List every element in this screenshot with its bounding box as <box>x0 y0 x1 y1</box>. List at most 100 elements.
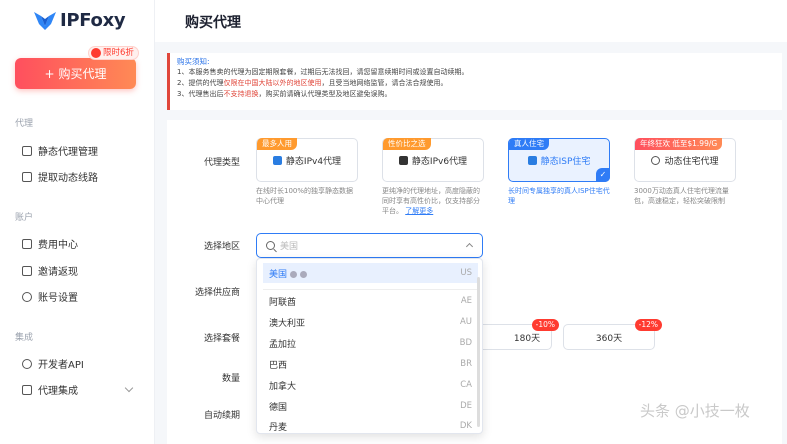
checkmark-icon: ✓ <box>596 168 610 182</box>
package-label: 180天 <box>513 333 541 344</box>
option-name: 阿联酋 <box>269 297 297 308</box>
sidebar-item-referral[interactable]: 邀请返现 <box>22 263 78 278</box>
gear-icon <box>22 291 32 302</box>
notice-text: 1、本服务售卖的代理为固定期限套餐，过期后无法找回，请您留意续期时间或设置自动续… <box>177 68 469 76</box>
region-option-de[interactable]: 德国 DE <box>263 396 478 416</box>
list-icon <box>22 171 32 182</box>
option-name: 丹麦 <box>269 422 288 433</box>
option-name: 澳大利亚 <box>269 318 306 329</box>
plugin-icon <box>22 384 32 395</box>
sidebar-item-billing[interactable]: 费用中心 <box>22 236 78 251</box>
proxy-type-label: 代理类型 <box>203 158 240 168</box>
card-desc-dynamic: 3000万动态真人住宅代理流量包，高速稳定，轻松突破限制 <box>634 187 729 205</box>
buy-proxy-button[interactable]: + 购买代理 <box>15 58 136 89</box>
region-placeholder: 美国 <box>280 242 299 252</box>
search-icon <box>266 241 275 250</box>
notice-line-2: 2、提供的代理仅限在中国大陆以外的地区使用，且受当地网络监管，请合法合规使用。 <box>177 78 782 89</box>
logo-text: IPFoxy <box>60 10 126 31</box>
chevron-up-icon <box>465 242 474 251</box>
region-option-bd[interactable]: 孟加拉 BD <box>263 333 478 353</box>
sidebar-item-label: 静态代理管理 <box>38 147 98 158</box>
region-dropdown: 美国 US 阿联酋 AE 澳大利亚 AU 孟加拉 BD 巴西 BR 加拿大 CA 德国 DE… <box>256 258 483 434</box>
wallet-icon <box>22 238 32 249</box>
sidebar-item-label: 开发者API <box>38 360 84 371</box>
region-option-us[interactable]: 美国 US <box>263 263 478 283</box>
provider-label: 选择供应商 <box>194 288 240 298</box>
card-badge: 真人住宅 <box>509 138 549 150</box>
region-option-ae[interactable]: 阿联酋 AE <box>263 291 478 311</box>
card-badge: 性价比之选 <box>383 138 431 150</box>
card-badge: 年终狂欢 低至$1.99/G <box>635 138 723 150</box>
notice-line-1: 1、本服务售卖的代理为固定期限套餐，过期后无法找回，请您留意续期时间或设置自动续… <box>177 67 782 78</box>
option-name: 巴西 <box>269 360 288 371</box>
region-option-dk[interactable]: 丹麦 DK <box>263 416 478 433</box>
proxy-type-card-isp[interactable]: 真人住宅 静态ISP住宅 ✓ <box>508 138 610 182</box>
card-desc-isp: 长时间专属独享的真人ISP住宅代理 <box>508 187 610 205</box>
logo[interactable]: IPFoxy <box>34 10 126 31</box>
option-code: AU <box>459 317 472 327</box>
sidebar-item-proxy-integration[interactable]: 代理集成 <box>22 382 78 397</box>
sidebar-item-dynamic-lines[interactable]: 提取动态线路 <box>22 169 98 184</box>
discount-badge: -12% <box>634 319 662 331</box>
package-label: 选择套餐 <box>203 334 240 344</box>
proxy-type-card-ipv6[interactable]: 性价比之选 静态IPv6代理 <box>382 138 484 182</box>
card-desc-ipv6: 更纯净的代理地址，高度隐蔽的同时享有高性价比，仅支持部分平台。 了解更多 <box>382 186 484 216</box>
region-label: 选择地区 <box>203 242 240 252</box>
card-desc-ipv4: 在线时长100%的独享静态数据中心代理 <box>256 187 354 205</box>
auto-renew-label: 自动续期 <box>203 411 240 421</box>
option-code: DE <box>460 401 472 411</box>
sidebar-item-label: 账号设置 <box>38 293 78 304</box>
monitor-icon <box>22 145 32 156</box>
plus-icon: + <box>44 66 55 81</box>
buy-proxy-label: 购买代理 <box>58 67 107 81</box>
option-code: DK <box>459 421 472 431</box>
option-name: 孟加拉 <box>269 339 297 350</box>
watermark-text: 头条 @小技一枚 <box>640 402 750 420</box>
discount-badge: 限时6折 <box>88 46 139 60</box>
package-option-360[interactable]: -12% 360天 <box>563 319 662 350</box>
option-name: 德国 <box>269 402 288 413</box>
notice-highlight: 仅限在中国大陆以外的地区使用 <box>223 79 322 87</box>
option-name: 加拿大 <box>269 381 297 392</box>
sidebar-item-account-settings[interactable]: 账号设置 <box>22 289 78 304</box>
notice-title: 购买须知: <box>177 57 210 66</box>
dollar-icon <box>22 265 32 276</box>
notice-text: ，且受当地网络监管，请合法合规使用。 <box>321 79 448 87</box>
region-select[interactable]: 美国 <box>256 233 483 258</box>
card-title: 静态IPv4代理 <box>285 156 342 167</box>
fox-logo-icon <box>34 11 56 30</box>
nav-section-proxy: 代理 <box>15 119 34 129</box>
dropdown-scrollbar[interactable] <box>477 277 480 427</box>
proxy-type-card-dynamic[interactable]: 年终狂欢 低至$1.99/G 动态住宅代理 <box>634 138 736 182</box>
sidebar-item-label: 邀请返现 <box>38 267 78 278</box>
nav-section-integration: 集成 <box>15 333 34 343</box>
option-code: CA <box>460 380 472 390</box>
purchase-notice: 购买须知: 1、本服务售卖的代理为固定期限套餐，过期后无法找回，请您留意续期时间… <box>167 53 782 110</box>
proxy-type-card-ipv4[interactable]: 最多人用 静态IPv4代理 <box>256 138 358 182</box>
card-title: 静态ISP住宅 <box>540 156 591 167</box>
sidebar-item-static-proxy[interactable]: 静态代理管理 <box>22 143 98 158</box>
home-icon <box>527 155 537 165</box>
region-option-au[interactable]: 澳大利亚 AU <box>263 312 478 332</box>
learn-more-link[interactable]: 了解更多 <box>405 207 433 215</box>
notice-line-3: 3、代理售出后不支持退换，购买前请确认代理类型及地区避免误购。 <box>177 89 782 100</box>
discount-badge: -10% <box>531 319 559 331</box>
quantity-label: 数量 <box>221 374 240 384</box>
info-icon <box>300 270 308 278</box>
chevron-down-icon[interactable] <box>124 383 134 393</box>
region-option-br[interactable]: 巴西 BR <box>263 354 478 374</box>
card-title: 动态住宅代理 <box>664 156 719 167</box>
nav-section-account: 账户 <box>15 213 34 223</box>
option-code: US <box>460 268 472 278</box>
sidebar-item-developer-api[interactable]: 开发者API <box>22 356 84 371</box>
option-code: AE <box>460 296 472 306</box>
card-title: 静态IPv6代理 <box>411 156 468 167</box>
package-label: 360天 <box>595 333 623 344</box>
notice-text: ，购买前请确认代理类型及地区避免误购。 <box>258 90 392 98</box>
option-code: BR <box>460 359 472 369</box>
refresh-icon <box>651 155 661 165</box>
region-option-ca[interactable]: 加拿大 CA <box>263 375 478 395</box>
option-name: 美国 <box>269 269 288 280</box>
server-icon <box>272 155 282 165</box>
flash-icon <box>91 48 101 58</box>
